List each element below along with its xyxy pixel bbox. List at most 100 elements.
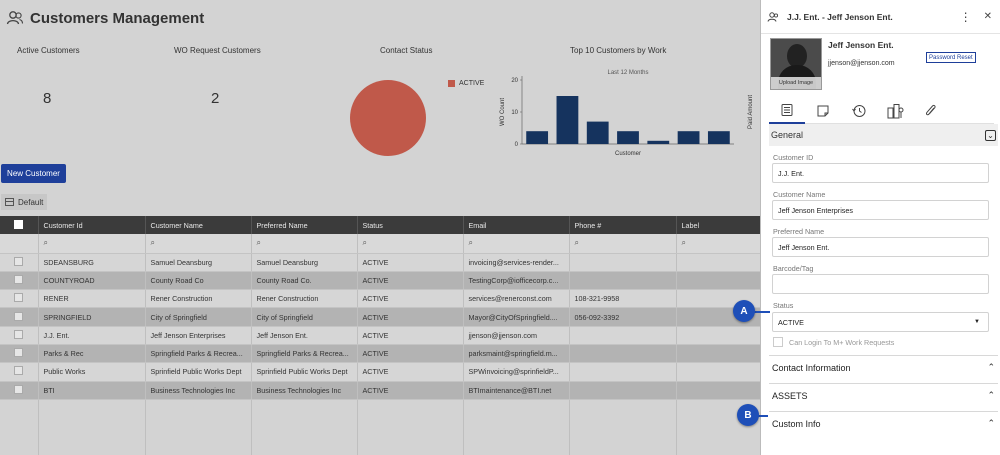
search-icon: ⌕ xyxy=(150,238,155,248)
filter-status[interactable]: ⌕ xyxy=(357,234,464,254)
filter-customer-id[interactable]: ⌕ xyxy=(38,234,146,254)
filter-label[interactable]: ⌕ xyxy=(676,234,760,254)
contact-status-pie[interactable] xyxy=(350,80,426,156)
section-general[interactable]: General ⌄ xyxy=(769,124,998,146)
cell-phone xyxy=(569,362,677,382)
cell-email: parksmaint@springfield.m... xyxy=(463,344,570,364)
row-checkbox[interactable] xyxy=(0,344,39,364)
empty-cell xyxy=(463,399,570,455)
row-checkbox[interactable] xyxy=(0,326,39,345)
legend-label: ACTIVE xyxy=(459,80,485,87)
section-assets[interactable]: ASSETS ⌃ xyxy=(769,383,998,407)
col-status[interactable]: Status xyxy=(357,216,464,234)
login-permission-row[interactable]: Can Login To M+ Work Requests xyxy=(773,337,894,347)
more-options-icon[interactable]: ⋮ xyxy=(960,10,972,24)
col-email[interactable]: Email xyxy=(463,216,570,234)
table-row[interactable]: SPRINGFIELD City of Springfield City of Sp… xyxy=(0,307,760,327)
row-checkbox[interactable] xyxy=(0,253,39,272)
new-customer-button[interactable]: New Customer xyxy=(1,164,66,183)
filter-preferred-name[interactable]: ⌕ xyxy=(251,234,358,254)
cell-customer-name: Rener Construction xyxy=(145,289,252,309)
cell-customer-name: Jeff Jenson Enterprises xyxy=(145,326,252,345)
section-assets-label: ASSETS xyxy=(772,390,808,401)
view-selector[interactable]: Default xyxy=(1,194,48,210)
cell-status: ACTIVE xyxy=(357,289,464,309)
customer-photo[interactable]: Upload Image xyxy=(770,38,822,90)
table-row[interactable]: Parks & Rec Springfield Parks & Recrea...… xyxy=(0,344,760,364)
y-tick-label: 10 xyxy=(511,110,518,116)
col-customer-name[interactable]: Customer Name xyxy=(145,216,252,234)
cell-label xyxy=(676,362,760,382)
row-checkbox[interactable] xyxy=(0,271,39,291)
legend-swatch xyxy=(448,80,455,87)
cell-customer-id: SPRINGFIELD xyxy=(38,307,146,327)
chevron-down-icon[interactable]: ⌄ xyxy=(985,129,996,141)
cell-preferred-name: Sprinfield Public Works Dept xyxy=(251,362,358,382)
cell-customer-id: COUNTYROAD xyxy=(38,271,146,291)
history-icon xyxy=(852,105,866,117)
select-all-checkbox[interactable] xyxy=(0,216,39,234)
empty-cell xyxy=(38,399,146,455)
upload-image-button[interactable]: Upload Image xyxy=(771,77,821,89)
cell-phone: 056-092-3392 xyxy=(569,307,677,327)
tab-attachments[interactable] xyxy=(913,98,949,124)
customer-name-label: Customer Name xyxy=(773,190,826,199)
table-header-row: Customer Id Customer Name Preferred Name… xyxy=(0,216,760,234)
cell-email: TestingCorp@iofficecorp.c... xyxy=(463,271,570,291)
cell-preferred-name: Rener Construction xyxy=(251,289,358,309)
bar-6 xyxy=(677,131,700,144)
filter-email[interactable]: ⌕ xyxy=(463,234,570,254)
x-axis-title: Customer xyxy=(615,151,641,157)
table-row[interactable]: Public Works Sprinfield Public Works Dept… xyxy=(0,362,760,382)
section-custom-label: Custom Info xyxy=(772,418,821,429)
close-icon[interactable]: ✕ xyxy=(984,11,992,22)
barcode-field[interactable] xyxy=(772,274,989,294)
y-tick-label: 0 xyxy=(515,142,519,148)
preferred-name-field[interactable]: Jeff Jenson Ent. xyxy=(772,237,989,257)
bar-5 xyxy=(647,140,670,144)
panel-tabs xyxy=(769,98,994,124)
login-permission-checkbox[interactable] xyxy=(773,337,783,347)
col-preferred-name[interactable]: Preferred Name xyxy=(251,216,358,234)
search-icon: ⌕ xyxy=(256,238,261,248)
cell-customer-name: Samuel Deansburg xyxy=(145,253,252,272)
col-phone[interactable]: Phone # xyxy=(569,216,677,234)
status-select[interactable]: ACTIVE ▼ xyxy=(772,312,989,332)
filter-customer-name[interactable]: ⌕ xyxy=(145,234,252,254)
row-checkbox[interactable] xyxy=(0,362,39,382)
cell-status: ACTIVE xyxy=(357,362,464,382)
customer-id-field[interactable]: J.J. Ent. xyxy=(772,163,989,183)
tab-assets[interactable] xyxy=(877,98,913,124)
tab-history[interactable] xyxy=(841,98,877,124)
tab-notes[interactable] xyxy=(805,98,841,124)
bar-3 xyxy=(586,121,609,144)
table-row[interactable]: J.J. Ent. Jeff Jenson Enterprises Jeff Jen… xyxy=(0,326,760,345)
customer-name-field[interactable]: Jeff Jenson Enterprises xyxy=(772,200,989,220)
filter-phone[interactable]: ⌕ xyxy=(569,234,677,254)
password-reset-button[interactable]: Password Reset xyxy=(926,52,976,63)
row-checkbox[interactable] xyxy=(0,289,39,309)
cell-customer-name: Business Technologies Inc xyxy=(145,381,252,400)
table-row[interactable]: SDEANSBURG Samuel Deansburg Samuel Deansbu… xyxy=(0,253,760,272)
section-custom-info[interactable]: Custom Info ⌃ xyxy=(769,411,998,435)
view-selector-label: Default xyxy=(18,197,44,207)
cell-customer-name: Sprinfield Public Works Dept xyxy=(145,362,252,382)
top10-bar-chart: Last 12 Months 0 10 20 Customer WO Count Paid … xyxy=(500,70,754,157)
tab-general[interactable] xyxy=(769,98,805,124)
table-row[interactable]: BTI Business Technologies Inc Business Tec… xyxy=(0,381,760,400)
table-row[interactable]: COUNTYROAD County Road Co County Road Co. A… xyxy=(0,271,760,291)
chevron-up-icon: ⌃ xyxy=(987,390,995,400)
buildings-icon xyxy=(887,104,904,119)
kpi-wo-value: 2 xyxy=(211,90,220,107)
col-label[interactable]: Label xyxy=(676,216,760,234)
section-contact-information[interactable]: Contact Information ⌃ xyxy=(769,355,998,379)
table-row[interactable]: RENER Rener Construction Rener Constructio… xyxy=(0,289,760,309)
cell-email: invoicing@services-render... xyxy=(463,253,570,272)
col-customer-id[interactable]: Customer Id xyxy=(38,216,146,234)
row-checkbox[interactable] xyxy=(0,381,39,400)
cell-label xyxy=(676,253,760,272)
cell-customer-id: J.J. Ent. xyxy=(38,326,146,345)
bar-7 xyxy=(707,131,730,144)
cell-email: jjenson@jjenson.com xyxy=(463,326,570,345)
row-checkbox[interactable] xyxy=(0,307,39,327)
